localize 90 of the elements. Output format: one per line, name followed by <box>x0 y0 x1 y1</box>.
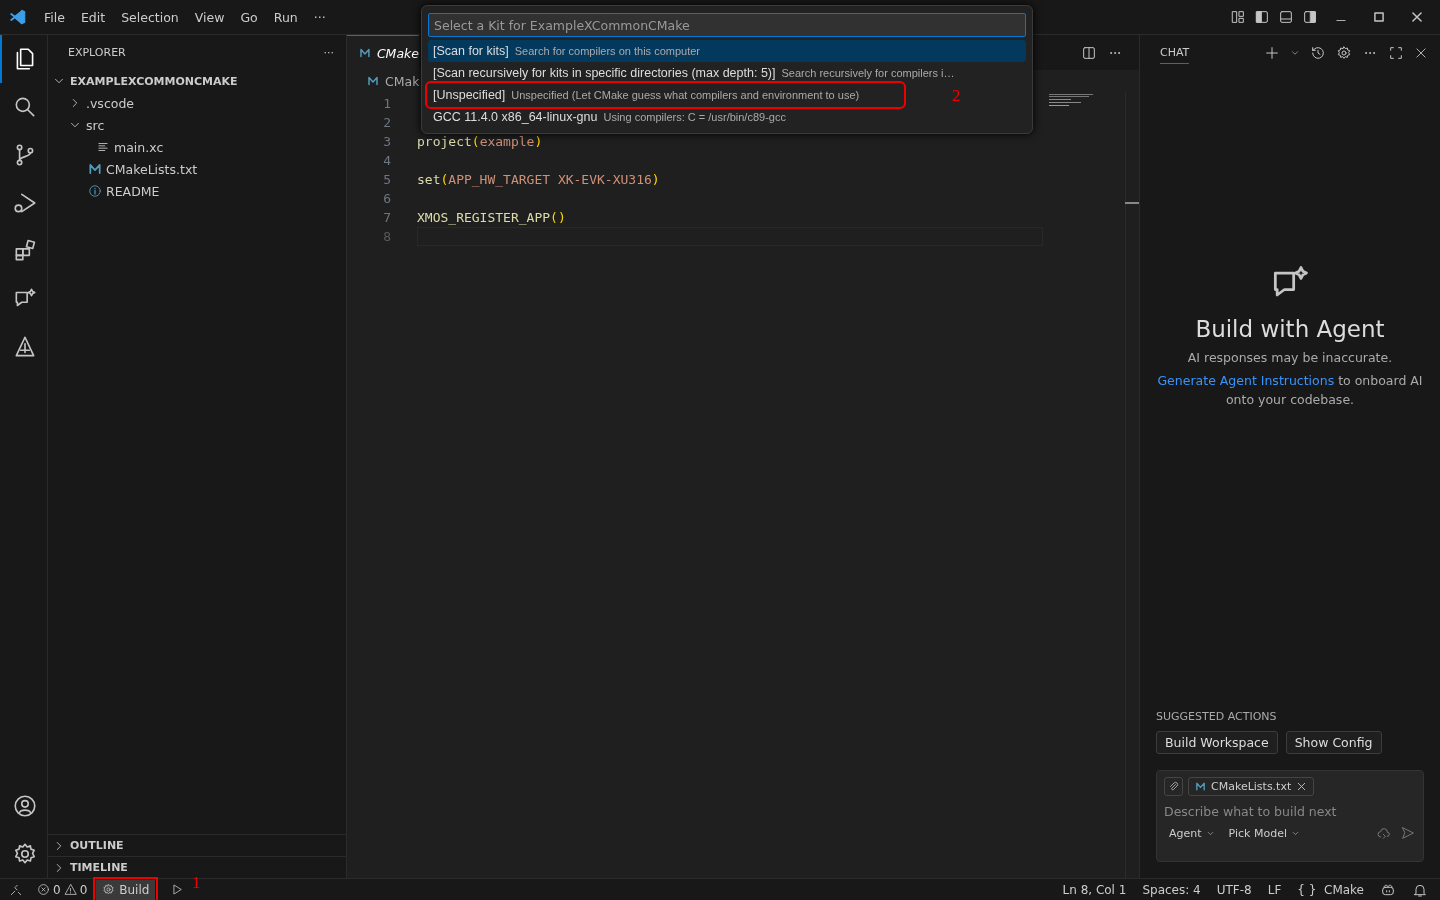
close-icon[interactable] <box>1410 10 1424 24</box>
status-item[interactable]: Ln 8, Col 1 <box>1054 882 1135 897</box>
new-chat-icon[interactable] <box>1264 44 1280 61</box>
panel-tab[interactable]: CHAT <box>1160 41 1190 64</box>
more-actions-button[interactable]: ··· <box>323 46 334 59</box>
menu-item[interactable]: View <box>186 9 233 25</box>
section-header[interactable]: TIMELINE <box>70 861 128 874</box>
history-icon[interactable] <box>1310 44 1326 61</box>
gear-icon <box>102 883 116 896</box>
chat-input-box[interactable]: CMakeLists.txt Describe what to build next Agent Pick Model <box>1156 770 1424 862</box>
toggle-secondary-sidebar-icon[interactable] <box>1302 9 1318 25</box>
send-icon[interactable] <box>1400 825 1416 841</box>
quick-pick-item[interactable]: GCC 11.4.0 x86_64-linux-gnu Using compilers: C = /usr/bin/c89-gcc <box>428 106 791 128</box>
code-line: project(example) <box>417 134 543 149</box>
folder-name[interactable]: EXAMPLEXCOMMONCMAKE <box>70 74 238 88</box>
suggested-action-button[interactable]: Show Config <box>1285 731 1382 754</box>
toggle-sidebar-icon[interactable] <box>1254 9 1270 25</box>
cmake-file-icon <box>359 47 371 59</box>
file-name[interactable]: README <box>106 183 160 199</box>
line-number: 1 <box>382 96 391 111</box>
onboarding-text: Generate Agent Instructions to onboard AI onto your codebase. <box>1156 371 1424 409</box>
prompt-field[interactable]: Describe what to build next <box>1164 804 1416 819</box>
line-number: 8 <box>382 229 391 244</box>
status-item[interactable]: LF <box>1259 882 1290 897</box>
line-number: 4 <box>382 153 391 168</box>
close-icon[interactable] <box>1414 45 1428 60</box>
menu-item[interactable]: Run <box>265 9 306 25</box>
attachment-name: CMakeLists.txt <box>1211 780 1292 793</box>
attachment-chip[interactable]: CMakeLists.txt <box>1188 777 1315 796</box>
file-name[interactable]: main.xc <box>114 139 164 155</box>
line-number: 5 <box>382 172 391 187</box>
folder-name[interactable]: src <box>86 117 105 133</box>
status-item[interactable]: Spaces: 4 <box>1134 882 1209 897</box>
quick-pick-item[interactable]: [Scan recursively for kits in specific directories (max depth: 5)] Search recursively for compilers i… <box>428 62 960 84</box>
tab-title: CMake <box>376 45 419 61</box>
menu-item[interactable]: Edit <box>72 9 114 25</box>
panel-title: EXPLORER <box>68 46 126 59</box>
run-icon[interactable] <box>171 883 185 896</box>
model-dropdown[interactable]: Pick Model <box>1228 826 1300 840</box>
app-logo-icon <box>9 8 27 26</box>
paperclip-icon <box>1167 780 1180 793</box>
annotation-number: 2 <box>952 86 961 106</box>
menu-item[interactable]: ··· <box>305 9 334 25</box>
settings-icon[interactable] <box>1336 44 1352 61</box>
code-line: set(APP_HW_TARGET XK-EVK-XU316) <box>417 172 660 187</box>
cmake-file-icon <box>1195 781 1206 792</box>
line-number: 3 <box>382 134 391 149</box>
language-mode[interactable]: { } CMake <box>1289 882 1372 897</box>
remove-icon[interactable] <box>1296 781 1308 792</box>
menu-item[interactable]: Selection <box>113 9 187 25</box>
quick-pick-item[interactable]: [Scan for kits] Search for compilers on this computer <box>428 40 1026 62</box>
empty-state-title: Build with Agent <box>1195 315 1385 342</box>
instructions-link[interactable]: Generate Agent Instructions <box>1157 372 1335 388</box>
line-number: 6 <box>382 191 391 206</box>
remote-icon[interactable] <box>9 882 23 897</box>
info-icon <box>88 184 102 198</box>
disclaimer-text: AI responses may be inaccurate. <box>1187 349 1393 365</box>
cmake-file-icon <box>367 75 379 87</box>
toggle-panel-icon[interactable] <box>1278 9 1294 25</box>
section-title: SUGGESTED ACTIONS <box>1155 710 1278 723</box>
problems-indicator[interactable]: 0 0 <box>32 878 93 900</box>
status-item[interactable]: UTF-8 <box>1208 882 1260 897</box>
cloud-icon[interactable] <box>1376 825 1392 841</box>
code-line: XMOS_REGISTER_APP() <box>417 210 566 225</box>
editor-tab[interactable]: CMake <box>347 35 419 70</box>
account-icon[interactable] <box>11 793 38 819</box>
split-editor-icon[interactable] <box>1081 44 1097 61</box>
line-number: 7 <box>382 210 391 225</box>
cmake-file-icon <box>88 162 102 176</box>
error-icon <box>37 883 50 896</box>
breadcrumb-item[interactable]: CMak <box>385 73 420 89</box>
maximize-icon[interactable] <box>1388 44 1404 61</box>
menu-item[interactable]: File <box>36 9 73 25</box>
menu-item[interactable]: Go <box>232 9 266 25</box>
build-button[interactable]: Build <box>96 879 156 900</box>
line-number: 2 <box>382 115 391 130</box>
section-header[interactable]: OUTLINE <box>70 839 124 852</box>
minimap-drawing <box>1049 94 1095 108</box>
customize-layout-icon[interactable] <box>1230 9 1246 25</box>
file-lines-icon <box>96 140 110 154</box>
attach-button[interactable] <box>1164 777 1183 796</box>
suggested-action-button[interactable]: Build Workspace <box>1156 731 1278 754</box>
warning-icon <box>63 883 77 896</box>
quick-pick-item[interactable]: [Unspecified] Unspecified (Let CMake guess what compilers and environment to use) <box>428 84 904 106</box>
annotation-number: 1 <box>192 873 201 893</box>
file-name[interactable]: CMakeLists.txt <box>106 161 198 177</box>
folder-name[interactable]: .vscode <box>86 95 135 111</box>
maximize-icon[interactable] <box>1372 10 1386 24</box>
quick-pick-field[interactable]: Select a Kit for ExampleXCommonCMake <box>428 13 1026 37</box>
mode-dropdown[interactable]: Agent <box>1169 826 1215 840</box>
